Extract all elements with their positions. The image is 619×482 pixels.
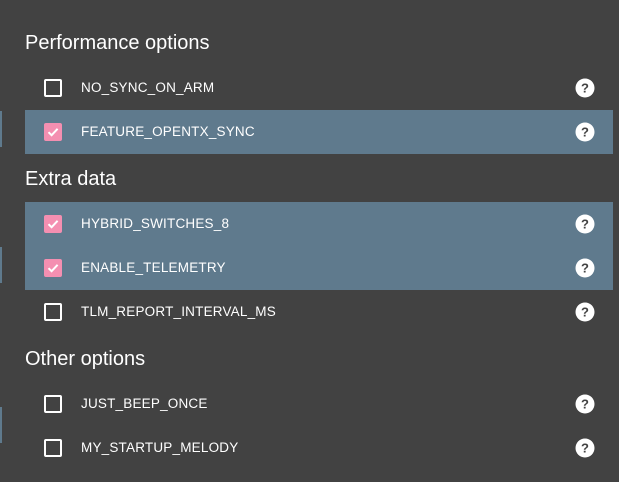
option-label: MY_STARTUP_MELODY <box>81 440 239 455</box>
option-row[interactable]: NO_SYNC_ON_ARM ? <box>25 66 613 110</box>
section-title-performance: Performance options <box>25 32 210 54</box>
option-row[interactable]: MY_STARTUP_MELODY ? <box>25 426 613 470</box>
checkbox[interactable] <box>44 79 62 97</box>
checkmark-icon <box>47 128 59 137</box>
svg-text:?: ? <box>581 397 589 412</box>
checkbox[interactable] <box>44 303 62 321</box>
checkbox[interactable] <box>44 439 62 457</box>
options-panel: Performance options NO_SYNC_ON_ARM ? FEA… <box>0 0 619 482</box>
help-icon[interactable]: ? <box>575 214 595 234</box>
option-label: FEATURE_OPENTX_SYNC <box>81 124 255 139</box>
svg-text:?: ? <box>581 261 589 276</box>
help-icon[interactable]: ? <box>575 122 595 142</box>
checkbox[interactable] <box>44 259 62 277</box>
option-label: JUST_BEEP_ONCE <box>81 396 208 411</box>
checkbox[interactable] <box>44 395 62 413</box>
option-row[interactable]: JUST_BEEP_ONCE ? <box>25 382 613 426</box>
option-label: ENABLE_TELEMETRY <box>81 260 226 275</box>
option-row[interactable]: TLM_REPORT_INTERVAL_MS ? <box>25 290 613 334</box>
svg-text:?: ? <box>581 305 589 320</box>
left-edge-indicator <box>0 247 2 283</box>
help-icon[interactable]: ? <box>575 302 595 322</box>
help-icon[interactable]: ? <box>575 258 595 278</box>
option-row[interactable]: HYBRID_SWITCHES_8 ? <box>25 202 613 246</box>
option-label: TLM_REPORT_INTERVAL_MS <box>81 304 276 319</box>
left-edge-indicator <box>0 407 2 443</box>
option-label: NO_SYNC_ON_ARM <box>81 80 215 95</box>
help-icon[interactable]: ? <box>575 394 595 414</box>
section-title-other-options: Other options <box>25 348 146 370</box>
option-row[interactable]: ENABLE_TELEMETRY ? <box>25 246 613 290</box>
help-icon[interactable]: ? <box>575 438 595 458</box>
svg-text:?: ? <box>581 125 589 140</box>
option-row[interactable]: FEATURE_OPENTX_SYNC ? <box>25 110 613 154</box>
svg-text:?: ? <box>581 81 589 96</box>
checkmark-icon <box>47 264 59 273</box>
help-icon[interactable]: ? <box>575 78 595 98</box>
svg-text:?: ? <box>581 217 589 232</box>
svg-text:?: ? <box>581 441 589 456</box>
section-title-extra-data: Extra data <box>25 168 117 190</box>
left-edge-indicator <box>0 111 2 147</box>
checkbox[interactable] <box>44 215 62 233</box>
option-label: HYBRID_SWITCHES_8 <box>81 216 230 231</box>
checkbox[interactable] <box>44 123 62 141</box>
checkmark-icon <box>47 220 59 229</box>
